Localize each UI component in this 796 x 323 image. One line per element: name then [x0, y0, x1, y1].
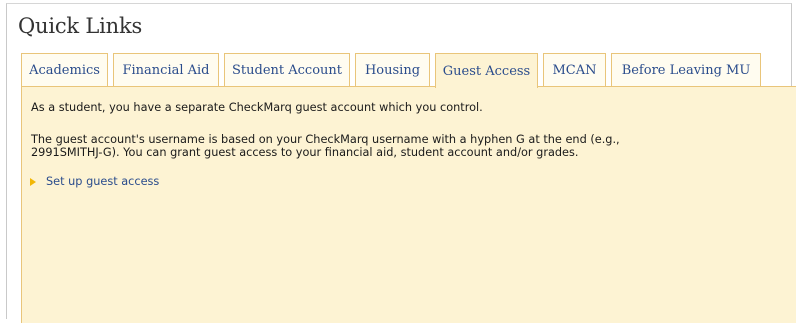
setup-guest-access-row: Set up guest access [30, 175, 159, 188]
page-title: Quick Links [18, 14, 143, 38]
quick-links-frame: Quick Links Academics Financial Aid Stud… [6, 3, 796, 323]
tab-financial-aid[interactable]: Financial Aid [113, 53, 219, 86]
detail-text-line-1: The guest account's username is based on… [31, 133, 620, 146]
setup-guest-access-link[interactable]: Set up guest access [46, 175, 159, 188]
tab-academics[interactable]: Academics [21, 53, 108, 86]
tab-student-account[interactable]: Student Account [224, 53, 350, 86]
tab-bar: Academics Financial Aid Student Account … [21, 53, 761, 88]
detail-text-line-2: 2991SMITHJ-G). You can grant guest acces… [31, 146, 579, 159]
guest-access-panel: As a student, you have a separate CheckM… [21, 86, 796, 323]
tab-before-leaving-mu[interactable]: Before Leaving MU [611, 53, 761, 86]
intro-text: As a student, you have a separate CheckM… [31, 101, 483, 114]
tab-housing[interactable]: Housing [355, 53, 430, 86]
tab-mcan[interactable]: MCAN [543, 53, 606, 86]
tab-guest-access[interactable]: Guest Access [435, 53, 538, 88]
arrow-right-icon [30, 177, 36, 186]
